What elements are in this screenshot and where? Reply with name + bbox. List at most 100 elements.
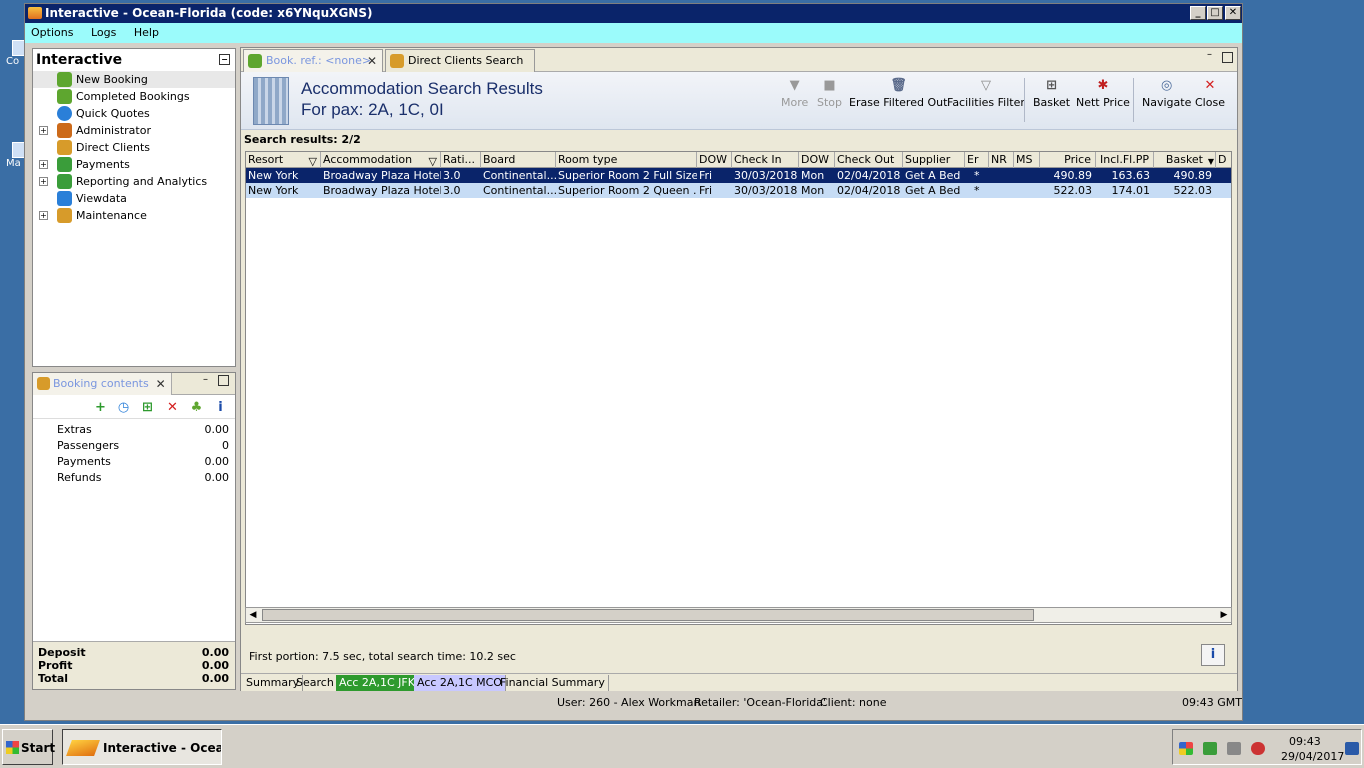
title-bar[interactable]: Interactive - Ocean-Florida (code: x6YNq… bbox=[25, 4, 1242, 23]
column-header-resort[interactable]: Resort ▽ bbox=[246, 152, 321, 168]
close-tab-icon[interactable]: ✕ bbox=[367, 50, 377, 72]
nav-item-administrator[interactable]: + Administrator bbox=[33, 122, 235, 139]
button-label: Facilities Filter bbox=[947, 96, 1025, 109]
close-window-button[interactable]: ✕ bbox=[1225, 6, 1241, 20]
row-label: Extras bbox=[57, 423, 92, 436]
scrollbar-thumb[interactable] bbox=[262, 609, 1034, 621]
minimize-tab-area-button[interactable]: – bbox=[1204, 50, 1215, 61]
filter-icon[interactable]: ▽ bbox=[309, 154, 317, 168]
taskbar-app-button[interactable]: Interactive - Ocea... bbox=[62, 729, 222, 765]
tab-financial-summary[interactable]: Financial Summary bbox=[497, 675, 609, 691]
navigate-button[interactable]: ◎ Navigate bbox=[1142, 78, 1191, 109]
column-header-supplier[interactable]: Supplier bbox=[903, 152, 965, 168]
booking-contents-tab[interactable]: Booking contents ✕ bbox=[33, 373, 172, 395]
collapse-panel-button[interactable]: − bbox=[219, 54, 230, 65]
basket-icon: ⊞ bbox=[1046, 78, 1057, 93]
basket-button[interactable]: ⊞ Basket bbox=[1033, 78, 1070, 109]
desktop-icon-maps[interactable]: Ma bbox=[6, 142, 26, 169]
column-header-room-type[interactable]: Room type bbox=[556, 152, 697, 168]
scroll-left-icon[interactable]: ◀ bbox=[246, 608, 260, 622]
cell-d bbox=[1216, 183, 1231, 198]
maximize-tab-area-button[interactable] bbox=[1222, 52, 1233, 63]
close-tab-icon[interactable]: ✕ bbox=[156, 373, 166, 395]
minimize-button[interactable]: _ bbox=[1190, 6, 1206, 20]
tab-acc-mco[interactable]: Acc 2A,1C MCO bbox=[414, 675, 506, 691]
bottom-tab-bar: Summary Search Acc 2A,1C JFK Acc 2A,1C M… bbox=[241, 673, 1237, 691]
booking-tab-header: Booking contents ✕ – bbox=[33, 373, 235, 395]
booking-row-extras: Extras 0.00 bbox=[33, 422, 235, 438]
nav-item-reporting[interactable]: + Reporting and Analytics bbox=[33, 173, 235, 190]
nav-item-completed-bookings[interactable]: Completed Bookings bbox=[33, 88, 235, 105]
show-desktop-icon[interactable] bbox=[1345, 742, 1359, 755]
column-header-check-in[interactable]: Check In bbox=[732, 152, 799, 168]
column-header-dow-in[interactable]: DOW bbox=[697, 152, 732, 168]
menu-help[interactable]: Help bbox=[134, 26, 159, 39]
network-icon[interactable] bbox=[1203, 742, 1217, 755]
facilities-filter-button[interactable]: ▽ Facilities Filter bbox=[947, 78, 1025, 109]
nett-price-icon: ✱ bbox=[1097, 78, 1109, 93]
nav-item-maintenance[interactable]: + Maintenance bbox=[33, 207, 235, 224]
clock-icon bbox=[57, 106, 72, 121]
start-button[interactable]: Start bbox=[2, 729, 55, 765]
total-profit: Profit 0.00 bbox=[33, 659, 235, 672]
maximize-panel-button[interactable] bbox=[218, 375, 229, 386]
column-header-ms[interactable]: MS bbox=[1014, 152, 1040, 168]
more-button[interactable]: ▼ More bbox=[781, 78, 808, 109]
column-header-dow-out[interactable]: DOW bbox=[799, 152, 835, 168]
expand-icon[interactable]: + bbox=[39, 160, 48, 169]
minimize-panel-button[interactable]: – bbox=[200, 375, 211, 386]
basket-icon[interactable]: ⊞ bbox=[140, 400, 155, 415]
column-header-board[interactable]: Board bbox=[481, 152, 556, 168]
table-row[interactable]: New York Broadway Plaza Hotel 3.0 Contin… bbox=[246, 183, 1231, 198]
windows-flag-icon[interactable] bbox=[1179, 742, 1193, 755]
delete-icon[interactable]: ✕ bbox=[165, 400, 180, 415]
row-label: Payments bbox=[57, 455, 111, 468]
nav-item-new-booking[interactable]: New Booking bbox=[33, 71, 235, 88]
cell-board: Continental... bbox=[483, 169, 556, 182]
column-header-incl-fl-pp[interactable]: Incl.Fl.PP bbox=[1096, 152, 1154, 168]
booking-tab-label: Booking contents bbox=[53, 377, 149, 390]
nav-item-quick-quotes[interactable]: Quick Quotes bbox=[33, 105, 235, 122]
column-header-check-out[interactable]: Check Out bbox=[835, 152, 903, 168]
device-icon[interactable] bbox=[1227, 742, 1241, 755]
table-row[interactable]: New York Broadway Plaza Hotel 3.0 Contin… bbox=[246, 168, 1231, 183]
cell-check-out: 02/04/2018 bbox=[837, 169, 901, 182]
column-header-price[interactable]: Price bbox=[1040, 152, 1096, 168]
info-button[interactable]: i bbox=[1201, 644, 1225, 666]
column-header-d[interactable]: D bbox=[1216, 152, 1231, 168]
desktop-icon-computer[interactable]: Co bbox=[6, 40, 26, 67]
stop-button[interactable]: ■ Stop bbox=[817, 78, 842, 109]
column-header-basket[interactable]: Basket ▼ bbox=[1154, 152, 1216, 168]
clock-icon[interactable]: ◷ bbox=[116, 400, 131, 415]
volume-muted-icon[interactable] bbox=[1251, 742, 1265, 755]
filter-icon[interactable]: ▽ bbox=[429, 154, 437, 168]
tab-search[interactable]: Search bbox=[293, 675, 338, 691]
add-icon[interactable]: + bbox=[93, 400, 108, 415]
column-header-rating[interactable]: Rati... bbox=[441, 152, 481, 168]
expand-icon[interactable]: + bbox=[39, 211, 48, 220]
scroll-right-icon[interactable]: ▶ bbox=[1217, 608, 1231, 622]
menu-options[interactable]: Options bbox=[31, 26, 73, 39]
tab-acc-jfk[interactable]: Acc 2A,1C JFK bbox=[336, 675, 419, 691]
column-header-er[interactable]: Er bbox=[965, 152, 989, 168]
info-icon[interactable]: i bbox=[213, 400, 228, 415]
viewdata-icon bbox=[57, 191, 72, 206]
menu-logs[interactable]: Logs bbox=[91, 26, 116, 39]
maximize-button[interactable]: □ bbox=[1207, 6, 1223, 20]
tab-booking-ref[interactable]: Book. ref.: <none> ✕ bbox=[243, 49, 383, 72]
close-button[interactable]: ✕ Close bbox=[1195, 78, 1225, 109]
erase-filtered-out-button[interactable]: 🗑 Erase Filtered Out bbox=[849, 78, 947, 109]
nav-item-viewdata[interactable]: Viewdata bbox=[33, 190, 235, 207]
palm-icon[interactable]: ♣ bbox=[189, 400, 204, 415]
expand-icon[interactable]: + bbox=[39, 177, 48, 186]
nav-item-payments[interactable]: + Payments bbox=[33, 156, 235, 173]
tab-direct-clients-search[interactable]: Direct Clients Search bbox=[385, 49, 535, 72]
nav-item-label: Quick Quotes bbox=[76, 107, 150, 120]
nav-item-direct-clients[interactable]: Direct Clients bbox=[33, 139, 235, 156]
nett-price-button[interactable]: ✱ Nett Price bbox=[1076, 78, 1130, 109]
horizontal-scrollbar[interactable]: ◀ ▶ bbox=[245, 607, 1232, 623]
client-icon bbox=[57, 140, 72, 155]
expand-icon[interactable]: + bbox=[39, 126, 48, 135]
column-header-nr[interactable]: NR bbox=[989, 152, 1014, 168]
column-header-accommodation[interactable]: Accommodation ▽ bbox=[321, 152, 441, 168]
